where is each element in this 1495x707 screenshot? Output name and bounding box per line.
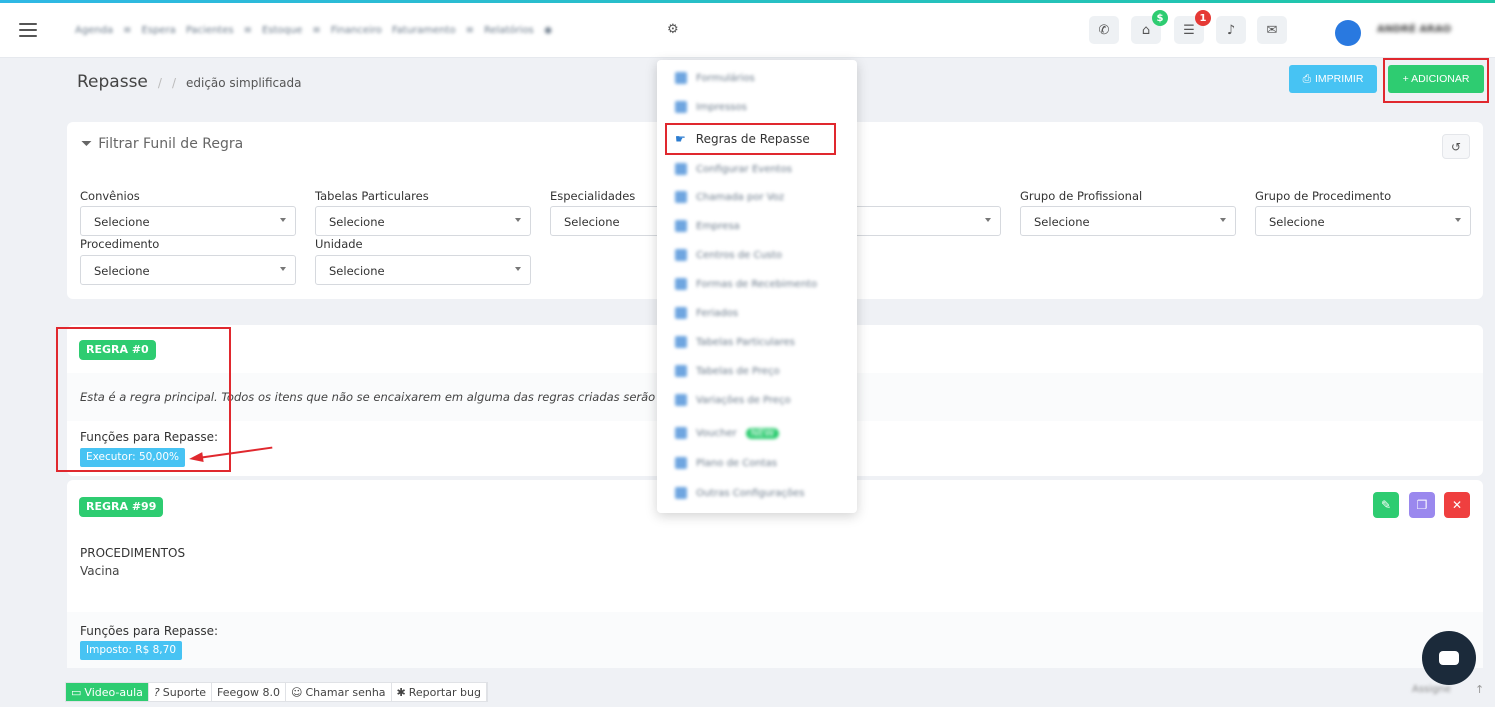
breadcrumb: Repasse / / edição simplificada [77,72,301,92]
video-icon: ▭ [71,685,82,699]
help-icon: ? [153,685,160,699]
phone-icon[interactable]: ✆ [1089,16,1119,44]
breadcrumb-current: edição simplificada [185,76,302,90]
chevron-down-icon [515,267,521,271]
filter-label-convenios: Convênios [80,189,140,203]
settings-gear-icon[interactable]: ⚙ [667,23,681,37]
menu-item-configurar-eventos[interactable]: Configurar Eventos [675,158,792,180]
select-grupo-procedimento[interactable]: Selecione [1255,206,1471,236]
chat-icon[interactable]: ✉ [1257,16,1287,44]
select-convenios[interactable]: Selecione [80,206,296,236]
top-bar: Agenda ≡ Espera Pacientes ≡ Estoque ≡ Finan… [0,3,1495,58]
select-grupo-profissional[interactable]: Selecione [1020,206,1236,236]
menu-item-formas-de-recebimento[interactable]: Formas de Recebimento [675,273,817,295]
menu-icon[interactable] [19,23,37,37]
nav-item-pacientes[interactable]: Pacientes [186,25,234,36]
chamar-senha-link[interactable]: ☺ Chamar senha [286,683,392,701]
chevron-down-icon [1455,218,1461,222]
filter-label-procedimento: Procedimento [80,237,160,251]
filter-label-grupo-procedimento: Grupo de Procedimento [1255,189,1392,203]
bug-icon: ✱ [396,685,406,699]
menu-item-empresa[interactable]: Empresa [675,215,740,237]
menu-item-variacoes-de-preco[interactable]: Variações de Preço [675,389,791,411]
select-tabelas[interactable]: Selecione [315,206,531,236]
avatar[interactable] [1335,20,1361,46]
chat-widget-button[interactable] [1422,631,1476,685]
version-label: Feegow 8.0 [212,683,287,701]
hand-coins-icon: ☛ [675,132,686,146]
reset-icon[interactable]: ↺ [1442,134,1470,159]
chevron-down-icon [515,218,521,222]
menu-item-formularios[interactable]: Formulários [675,67,755,89]
nav-item-faturamento[interactable]: Faturamento [392,25,456,36]
page-title: Repasse [77,72,148,92]
annotation-arrow-head [188,452,204,464]
nav-item-financeiro[interactable]: Financeiro [331,25,382,36]
nav-item-agenda[interactable]: Agenda [75,25,113,36]
breadcrumb-separator: / [157,76,162,90]
menu-item-plano-de-contas[interactable]: Plano de Contas [675,452,777,474]
menu-item-chamada-por-voz[interactable]: Chamada por Voz [675,186,784,208]
rule-99-section-title: PROCEDIMENTOS [80,546,186,560]
duplicate-icon[interactable]: ❐ [1409,492,1435,518]
message-icon [1439,651,1459,665]
footer-right-text: Assigne [1412,684,1451,695]
breadcrumb-separator-2: / [171,76,176,90]
nav-item-relatorios[interactable]: Relatórios [484,25,534,36]
chevron-down-icon [280,267,286,271]
rule-99-imposto-tag: Imposto: R$ 8,70 [80,641,182,660]
delete-icon[interactable]: ✕ [1444,492,1470,518]
tasks-icon[interactable]: ☰ 1 [1174,10,1211,44]
user-name[interactable]: ANDRÉ ARAO [1377,24,1451,35]
nav-item-espera[interactable]: Espera [142,25,176,36]
filter-title[interactable]: ⏷ Filtrar Funil de Regra [81,136,243,152]
rule-99-functions-label: Funções para Repasse: [80,624,218,638]
bell-icon[interactable]: ♪ [1216,16,1246,44]
suporte-link[interactable]: ? Suporte [149,683,213,701]
edit-icon[interactable]: ✎ [1373,492,1399,518]
rule-99-value: Vacina [80,564,120,578]
filter-label-especialidades: Especialidades [550,189,636,203]
reportar-bug-link[interactable]: ✱ Reportar bug [392,683,487,701]
menu-item-voucher[interactable]: Voucher NEW [675,422,780,444]
bottom-bar: ▭ Video-aula ? Suporte Feegow 8.0 ☺ Chamar … [65,682,488,702]
people-icon: ☺ [291,685,303,699]
scroll-top-icon[interactable]: ↑ [1475,683,1484,696]
menu-item-tabelas-particulares[interactable]: Tabelas Particulares [675,331,795,353]
menu-item-outras-configuracoes[interactable]: Outras Configurações [675,482,804,504]
settings-dropdown: Formulários Impressos ☛ Regras de Repass… [657,60,857,513]
menu-item-feriados[interactable]: Feriados [675,302,738,324]
filter-label-grupo-profissional: Grupo de Profissional [1020,189,1143,203]
filter-label-tabelas: Tabelas Particulares [315,189,429,203]
add-button[interactable]: + ADICIONAR [1388,65,1484,93]
tasks-badge: 1 [1195,10,1211,26]
menu-item-impressos[interactable]: Impressos [675,96,747,118]
menu-item-regras-de-repasse[interactable]: ☛ Regras de Repasse [665,123,836,155]
top-nav: Agenda ≡ Espera Pacientes ≡ Estoque ≡ Finan… [75,25,553,36]
printer-icon: ⎙ [1302,72,1311,85]
chevron-down-icon [280,218,286,222]
video-aula-link[interactable]: ▭ Video-aula [66,683,149,701]
menu-item-tabelas-de-preco[interactable]: Tabelas de Preço [675,360,780,382]
highlight-rule-0 [56,327,231,472]
nav-item-estoque[interactable]: Estoque [262,25,302,36]
chevron-down-icon [985,218,991,222]
inbox-icon[interactable]: ⌂ $ [1131,10,1168,44]
filter-label-unidade: Unidade [315,237,363,251]
chevron-down-icon [1220,218,1226,222]
rule-99-badge: REGRA #99 [79,497,164,517]
funnel-icon: ⏷ [81,136,93,152]
print-button[interactable]: ⎙ IMPRIMIR [1289,65,1377,93]
inbox-badge: $ [1152,10,1168,26]
select-procedimento[interactable]: Selecione [80,255,296,285]
menu-item-centros-de-custo[interactable]: Centros de Custo [675,244,782,266]
select-unidade[interactable]: Selecione [315,255,531,285]
